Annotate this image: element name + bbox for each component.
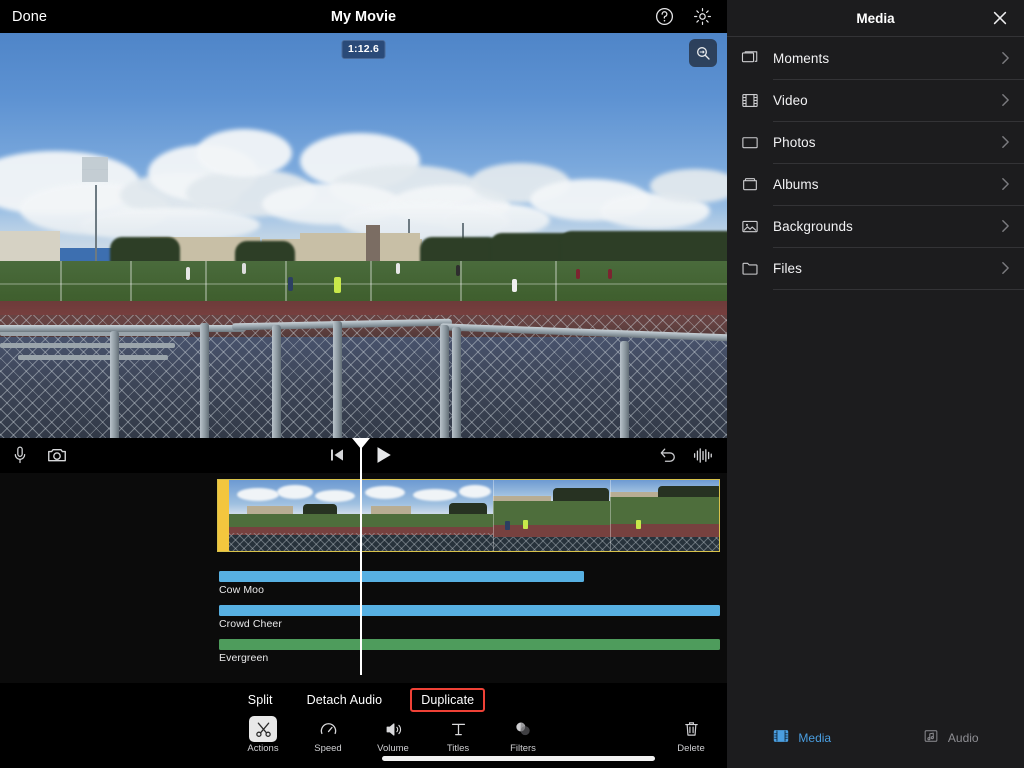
tool-volume[interactable]: Volume (371, 716, 415, 754)
sidebar-item-files[interactable]: Files (727, 247, 1024, 289)
gear-icon[interactable] (692, 6, 713, 27)
delete-label: Delete (677, 743, 705, 754)
audio-track[interactable]: Crowd Cheer (219, 605, 720, 630)
audio-track[interactable]: Cow Moo (219, 571, 584, 596)
project-title: My Movie (330, 8, 397, 25)
chevron-right-icon (1001, 93, 1010, 112)
speaker-volume-icon (379, 716, 407, 742)
help-circle-icon[interactable] (654, 6, 675, 27)
home-indicator (382, 756, 655, 761)
clip-thumbnail (610, 480, 719, 551)
audio-track-label: Evergreen (219, 652, 269, 664)
tool-label: Titles (446, 743, 470, 754)
image-mountain-icon (739, 217, 773, 236)
background-buildings (0, 157, 727, 263)
bottom-toolbar: Actions Speed Volume Titles Filters Dele… (0, 714, 727, 759)
sidebar-header: Media (727, 0, 1024, 37)
sidebar-item-label: Photos (773, 134, 816, 150)
audio-track-label: Cow Moo (219, 584, 265, 596)
tool-label: Actions (247, 743, 279, 754)
audio-clip-bar[interactable] (219, 571, 584, 582)
sidebar-title: Media (856, 11, 895, 26)
albums-box-icon (739, 175, 773, 194)
tool-titles[interactable]: Titles (436, 716, 480, 754)
tool-group: Actions Speed Volume Titles Filters (241, 716, 545, 754)
audio-clip-bar[interactable] (219, 639, 720, 650)
tool-filters[interactable]: Filters (501, 716, 545, 754)
audio-clip-bar[interactable] (219, 605, 720, 616)
text-title-icon (444, 716, 472, 742)
sidebar-tab-bar: Media Audio (727, 717, 1024, 759)
editor-pane: Done My Movie 1:12.6 Cow Moo Crowd Cheer… (0, 0, 727, 768)
duplicate-button[interactable]: Duplicate (410, 688, 486, 712)
audio-waveform-icon[interactable] (692, 445, 713, 466)
media-sidebar: Media Moments Video Photos Albums Backgr… (727, 0, 1024, 768)
sidebar-item-label: Albums (773, 176, 819, 192)
tab-label: Audio (947, 731, 979, 745)
film-strip-icon (771, 727, 791, 750)
tool-label: Volume (377, 743, 409, 754)
video-preview[interactable]: 1:12.6 (0, 33, 727, 438)
tab-media[interactable]: Media (727, 717, 876, 759)
trash-icon (677, 716, 705, 742)
clip-trim-handle-left[interactable] (218, 480, 229, 551)
sky-background (0, 33, 727, 248)
tool-actions[interactable]: Actions (241, 716, 285, 754)
detach-audio-button[interactable]: Detach Audio (301, 691, 389, 709)
sidebar-item-label: Video (773, 92, 808, 108)
top-bar: Done My Movie (0, 0, 727, 33)
chevron-right-icon (1001, 135, 1010, 154)
photo-rectangle-icon (739, 133, 773, 152)
clip-thumbnail (229, 480, 361, 551)
clip-thumbnail (493, 480, 610, 551)
chain-link-fence (0, 315, 727, 438)
sidebar-item-albums[interactable]: Albums (727, 163, 1024, 205)
close-x-icon[interactable] (990, 8, 1010, 28)
speedometer-icon (314, 716, 342, 742)
tab-label: Media (798, 731, 832, 745)
sidebar-item-moments[interactable]: Moments (727, 37, 1024, 79)
microphone-icon[interactable] (10, 444, 31, 465)
chevron-right-icon (1001, 177, 1010, 196)
timeline[interactable]: Cow Moo Crowd Cheer Evergreen (0, 438, 727, 683)
clip-thumbnail (361, 480, 493, 551)
clip-action-row: Split Detach Audio Duplicate (0, 686, 727, 714)
sidebar-item-photos[interactable]: Photos (727, 121, 1024, 163)
skip-to-start-icon[interactable] (328, 446, 349, 467)
sidebar-item-video[interactable]: Video (727, 79, 1024, 121)
sidebar-item-label: Backgrounds (773, 218, 853, 234)
timecode-badge: 1:12.6 (341, 40, 386, 59)
tool-label: Speed (314, 743, 342, 754)
magnifier-zoom-icon[interactable] (689, 39, 717, 67)
camera-icon[interactable] (46, 444, 67, 465)
sidebar-item-label: Files (773, 260, 803, 276)
sidebar-item-label: Moments (773, 50, 830, 66)
filters-circles-icon (509, 716, 537, 742)
delete-button[interactable]: Delete (669, 716, 713, 754)
video-clip[interactable] (217, 479, 720, 552)
chevron-right-icon (1001, 51, 1010, 70)
sidebar-item-backgrounds[interactable]: Backgrounds (727, 205, 1024, 247)
folder-icon (739, 259, 773, 278)
chevron-right-icon (1001, 261, 1010, 280)
tool-label: Filters (510, 743, 536, 754)
scissors-icon (249, 716, 277, 742)
split-button[interactable]: Split (242, 691, 279, 709)
play-icon[interactable] (372, 444, 393, 465)
chevron-right-icon (1001, 219, 1010, 238)
audio-track[interactable]: Evergreen (219, 639, 720, 664)
film-strip-icon (739, 91, 773, 110)
tool-speed[interactable]: Speed (306, 716, 350, 754)
playhead[interactable] (360, 445, 362, 675)
music-note-icon (921, 727, 941, 750)
imovie-app-window: Done My Movie 1:12.6 Cow Moo Crowd Cheer… (0, 0, 1024, 768)
stacked-cards-icon (739, 49, 773, 68)
tab-audio[interactable]: Audio (876, 717, 1024, 759)
audio-track-label: Crowd Cheer (219, 618, 282, 630)
undo-icon[interactable] (658, 445, 679, 466)
playhead-marker (352, 438, 370, 449)
